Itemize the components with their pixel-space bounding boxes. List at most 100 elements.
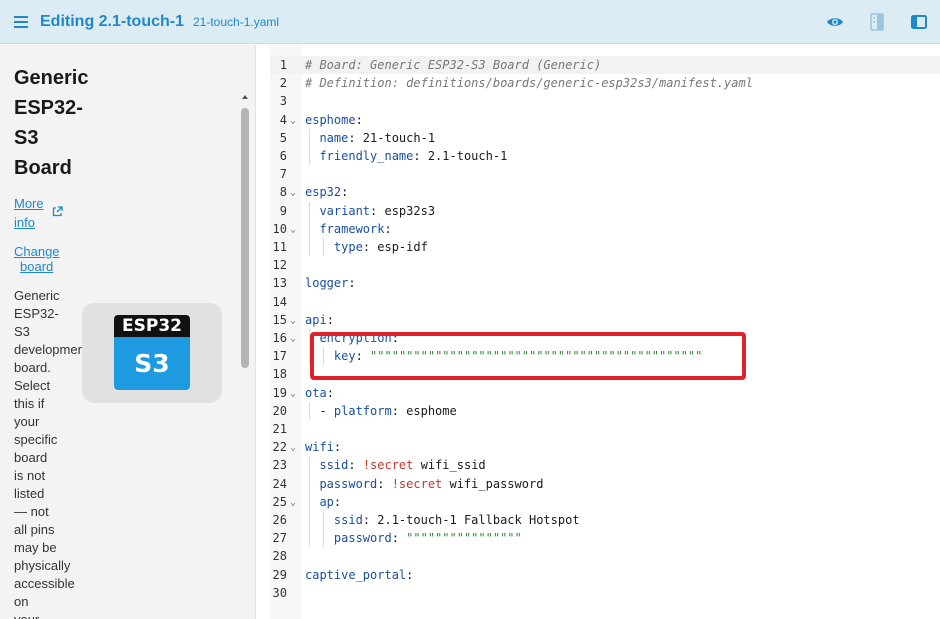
code-line[interactable]: 10 ⌄ framework: [270, 220, 940, 238]
code-text: name: 21-touch-1 [319, 130, 436, 145]
eye-icon [827, 18, 843, 26]
code-line[interactable]: 13 logger: [270, 274, 940, 292]
line-number: 30 [272, 585, 287, 600]
code-text: ssid: 2.1-touch-1 Fallback Hotspot [333, 513, 580, 527]
line-number: 28 [272, 549, 287, 564]
line-number: 14 [272, 294, 287, 309]
code-text: logger: [305, 276, 356, 291]
code-line[interactable]: 25 ⌄ ap: [270, 493, 940, 511]
code-line[interactable]: 9 variant: esp32s3 [270, 202, 940, 220]
code-line[interactable]: 12 [270, 256, 940, 274]
change-board-link[interactable]: Change board [14, 244, 64, 274]
page-title: Editing 2.1-touch-1 [40, 12, 184, 30]
line-number: 27 [272, 531, 287, 546]
code-line[interactable]: 6 friendly_name: 2.1-touch-1 [270, 147, 940, 165]
line-number: 8 [279, 185, 287, 200]
line-number: 21 [272, 422, 287, 436]
line-number: 17 [272, 349, 287, 364]
indent-guide [309, 201, 310, 257]
line-number: 9 [279, 203, 287, 218]
sidebar-icon [911, 15, 927, 29]
code-line[interactable]: 1 # Board: Generic ESP32-S3 Board (Generi… [270, 56, 940, 74]
code-text: # Definition: definitions/boards/generic… [305, 76, 753, 91]
line-number: 26 [272, 513, 287, 527]
board-description: Generic ESP32- S3 developmer board. Sele… [14, 288, 82, 619]
code-text: password: !secret wifi_password [319, 476, 544, 491]
line-number: 23 [272, 458, 287, 473]
code-line[interactable]: 23 ssid: !secret wifi_ssid [270, 456, 940, 474]
sidebar-scrollbar[interactable] [241, 108, 249, 368]
code-line[interactable]: 24 password: !secret wifi_password [270, 475, 940, 493]
panel-toggle-icon [870, 13, 884, 31]
code-line[interactable]: 30 [270, 584, 940, 602]
code-text: wifi: [305, 440, 342, 455]
toggle-sidebar-button[interactable] [898, 0, 940, 44]
indent-guide [309, 456, 310, 548]
code-line[interactable]: 27 password: """""""""""""""" [270, 529, 940, 547]
line-number: 18 [272, 367, 287, 382]
line-number: 20 [272, 403, 287, 418]
code-text: - platform: esphome [305, 403, 457, 418]
board-image: ESP32 S3 [82, 303, 222, 403]
fold-chevron-icon[interactable]: ⌄ [290, 184, 296, 202]
line-number: 22 [272, 440, 287, 455]
code-line[interactable]: 29 captive_portal: [270, 566, 940, 584]
fold-chevron-icon[interactable]: ⌄ [290, 330, 296, 348]
code-line[interactable]: 21 [270, 420, 940, 438]
line-number: 1 [279, 58, 287, 72]
indent-guide [323, 511, 325, 548]
fold-chevron-icon[interactable]: ⌄ [290, 494, 296, 512]
code-text: variant: esp32s3 [319, 203, 436, 218]
board-info-sidebar: Generic ESP32- S3 Board More info Change… [0, 45, 256, 619]
line-number: 13 [272, 276, 287, 291]
code-text: ssid: !secret wifi_ssid [319, 458, 486, 473]
code-text: friendly_name: 2.1-touch-1 [319, 149, 508, 163]
code-line[interactable]: 14 [270, 293, 940, 311]
indent-guide [309, 128, 310, 166]
fold-chevron-icon[interactable]: ⌄ [290, 312, 296, 330]
fold-chevron-icon[interactable]: ⌄ [290, 221, 296, 239]
preview-button[interactable] [814, 0, 856, 44]
highlight-annotation [310, 332, 746, 380]
line-number: 5 [279, 130, 287, 145]
code-line[interactable]: 20 - platform: esphome [270, 402, 940, 420]
line-number: 4 [279, 112, 287, 127]
code-line[interactable]: 15 ⌄ api: [270, 311, 940, 329]
toolbar-actions [814, 0, 940, 44]
code-text: esp32: [305, 185, 349, 200]
line-number: 7 [279, 167, 287, 182]
code-line[interactable]: 28 [270, 547, 940, 565]
code-text: ap: [319, 494, 342, 509]
fold-chevron-icon[interactable]: ⌄ [290, 439, 296, 457]
panel-toggle-button[interactable] [856, 0, 898, 44]
code-line[interactable]: 5 name: 21-touch-1 [270, 129, 940, 147]
line-number: 2 [279, 76, 287, 91]
line-number: 11 [272, 240, 287, 254]
line-number: 3 [279, 94, 287, 109]
code-line[interactable]: 4 ⌄ esphome: [270, 111, 940, 129]
code-text: esphome: [305, 112, 363, 127]
board-title: Generic ESP32- S3 Board [14, 67, 89, 179]
line-number: 15 [272, 312, 287, 327]
code-line[interactable]: 19 ⌄ ota: [270, 384, 940, 402]
file-name: 21-touch-1.yaml [193, 14, 280, 29]
code-line[interactable]: 11 type: esp-idf [270, 238, 940, 256]
code-text: captive_portal: [305, 567, 414, 582]
menu-icon [14, 15, 28, 28]
code-line[interactable]: 7 [270, 165, 940, 183]
code-line[interactable]: 8 ⌄ esp32: [270, 183, 940, 201]
scroll-up-arrow-icon[interactable] [241, 93, 249, 101]
line-number: 24 [272, 476, 287, 491]
code-line[interactable]: 22 ⌄ wifi: [270, 438, 940, 456]
code-line[interactable]: 26 ssid: 2.1-touch-1 Fallback Hotspot [270, 511, 940, 529]
menu-button[interactable] [4, 0, 38, 44]
code-text: ota: [305, 385, 334, 400]
fold-chevron-icon[interactable]: ⌄ [290, 385, 296, 403]
top-app-bar: Editing 2.1-touch-1 21-touch-1.yaml [0, 0, 940, 44]
code-line[interactable]: 2 # Definition: definitions/boards/generi… [270, 74, 940, 92]
line-number: 25 [272, 494, 287, 509]
code-text: framework: [319, 221, 392, 236]
code-text: # Board: Generic ESP32-S3 Board (Generic… [305, 58, 602, 72]
fold-chevron-icon[interactable]: ⌄ [290, 112, 296, 130]
code-line[interactable]: 3 [270, 92, 940, 110]
